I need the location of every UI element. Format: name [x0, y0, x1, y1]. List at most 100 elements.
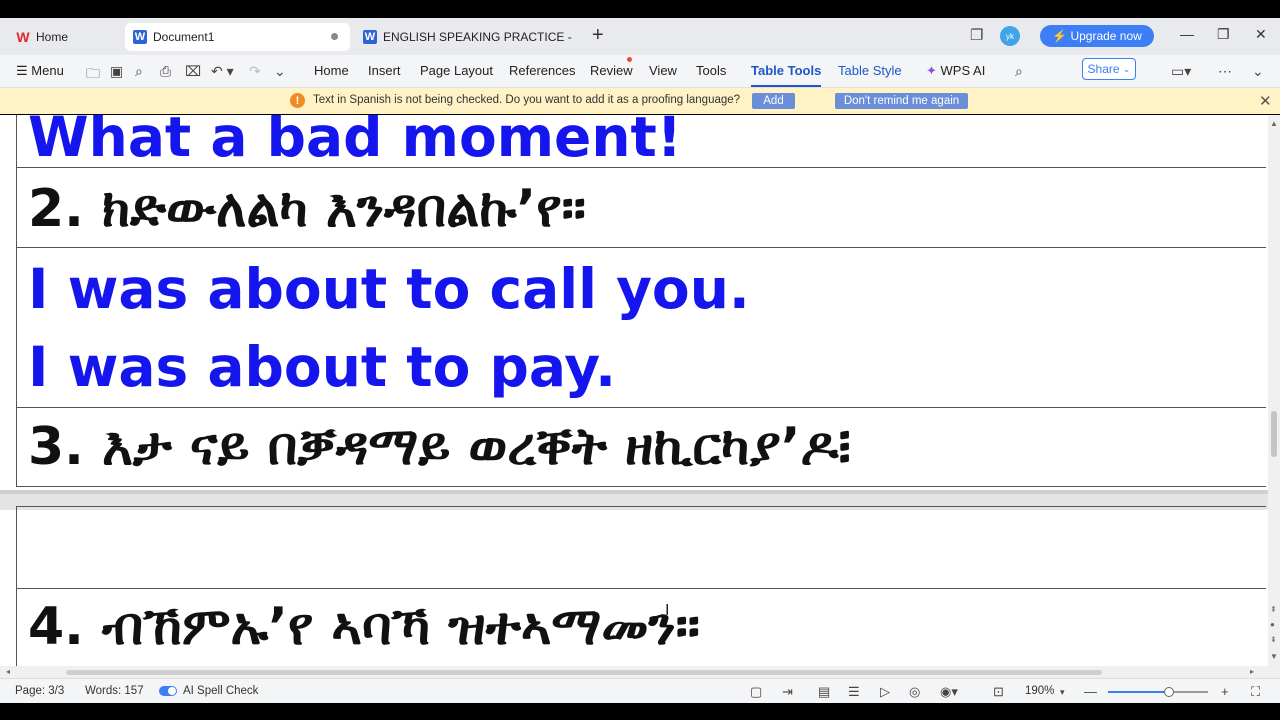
more-options-icon[interactable]: ⋯ — [1218, 63, 1232, 80]
scroll-left-icon[interactable]: ◂ — [6, 667, 10, 676]
close-notification-icon[interactable]: ✕ — [1259, 92, 1272, 110]
print-layout-icon[interactable]: ▤ — [818, 684, 830, 700]
restore-icon[interactable]: ❐ — [1217, 26, 1230, 43]
tab-home[interactable]: W Home — [8, 23, 120, 51]
scroll-up-icon[interactable]: ▲ — [1270, 119, 1278, 128]
chevron-down-icon: ⌄ — [1122, 63, 1131, 74]
tab-home-ribbon[interactable]: Home — [314, 63, 349, 78]
scroll-corner — [1268, 666, 1280, 678]
ai-sparkle-icon: ✦ — [926, 63, 937, 78]
proofing-notification: ! Text in Spanish is not being checked. … — [0, 88, 1280, 114]
hamburger-icon: ☰ — [16, 63, 28, 78]
tab-view[interactable]: View — [649, 63, 677, 78]
undo-icon[interactable]: ↶ ▾ — [211, 63, 234, 80]
tab-insert[interactable]: Insert — [368, 63, 401, 78]
prev-page-icon[interactable]: ⇞ — [1270, 605, 1277, 614]
tab-references[interactable]: References — [509, 63, 575, 78]
zoom-slider[interactable] — [1108, 687, 1208, 697]
tab-doc2-label: ENGLISH SPEAKING PRACTICE - DIALO — [383, 30, 573, 44]
search-icon[interactable]: ⌕ — [1015, 63, 1023, 80]
english-line-1[interactable]: What a bad moment! — [28, 115, 682, 169]
document-canvas[interactable]: What a bad moment! 2. ክድውለልካ እንዳበልኩ’የ። I… — [0, 115, 1268, 666]
new-tab-plus-icon[interactable]: + — [592, 24, 604, 47]
comment-icon[interactable]: ▭▾ — [1171, 63, 1191, 80]
tab-document1[interactable]: W Document1 — [125, 23, 350, 51]
tab-page-layout[interactable]: Page Layout — [420, 63, 493, 78]
unsaved-dot-icon[interactable] — [331, 33, 338, 40]
save-icon[interactable]: ▣ — [110, 63, 123, 80]
tab-table-tools[interactable]: Table Tools — [751, 63, 822, 87]
english-line-4[interactable]: I was about to pay. — [28, 335, 616, 399]
status-bar: Page: 3/3 Words: 157 AI Spell Check ▢ ⇥ … — [0, 678, 1280, 704]
collapse-ribbon-icon[interactable]: ⌄ — [1252, 63, 1264, 80]
tab-table-style[interactable]: Table Style — [838, 63, 902, 78]
word-doc-icon: W — [363, 30, 377, 44]
horizontal-scroll-thumb[interactable] — [66, 670, 1102, 675]
tab-home-label: Home — [36, 30, 69, 44]
lightning-icon: ⚡ — [1052, 29, 1071, 43]
notification-text: Text in Spanish is not being checked. Do… — [313, 94, 741, 106]
share-label: Share — [1087, 62, 1120, 76]
page-indicator[interactable]: Page: 3/3 — [15, 685, 64, 697]
zoom-level[interactable]: 190% — [1025, 685, 1054, 697]
word-doc-icon: W — [133, 30, 147, 44]
page-mode-icon[interactable]: ▢ — [750, 684, 762, 700]
zoom-dropdown-icon[interactable]: ▾ — [1060, 687, 1065, 698]
tab-tools[interactable]: Tools — [696, 63, 726, 78]
upgrade-label: Upgrade now — [1070, 29, 1142, 43]
tigrinya-line-6[interactable]: 4. ብኸምኡ’የ ኣባኻ ዝተኣማመን። — [28, 597, 700, 658]
fullscreen-icon[interactable]: ⛶ — [1251, 684, 1260, 700]
window-layout-icon[interactable]: ❐ — [970, 26, 983, 44]
format-painter-icon[interactable]: ⌕ — [135, 63, 143, 80]
bottom-frame — [0, 703, 1280, 720]
notification-dot — [627, 57, 632, 62]
minimize-icon[interactable]: — — [1180, 26, 1194, 42]
zoom-slider-knob[interactable] — [1164, 687, 1174, 697]
menu-label: Menu — [31, 63, 64, 78]
zoom-in-icon[interactable]: + — [1221, 684, 1229, 699]
tab-english-speaking-practice[interactable]: W ENGLISH SPEAKING PRACTICE - DIALO — [355, 23, 577, 51]
tab-document1-label: Document1 — [153, 30, 215, 44]
tigrinya-line-2[interactable]: 2. ክድውለልካ እንዳበልኩ’የ። — [28, 179, 586, 240]
scroll-down-icon[interactable]: ▼ — [1270, 652, 1278, 661]
redo-icon[interactable]: ↷ — [249, 63, 261, 80]
wps-ai-label: WPS AI — [940, 63, 986, 78]
wps-ai-button[interactable]: ✦ WPS AI — [926, 63, 985, 79]
dont-remind-button[interactable]: Don't remind me again — [835, 93, 968, 109]
upgrade-button[interactable]: ⚡ Upgrade now — [1040, 25, 1154, 47]
english-line-3[interactable]: I was about to call you. — [28, 257, 750, 321]
warning-icon: ! — [290, 93, 305, 108]
word-count[interactable]: Words: 157 — [85, 685, 144, 697]
print-icon[interactable]: ⎙ — [160, 63, 171, 80]
share-button[interactable]: Share ⌄ — [1082, 58, 1136, 80]
wps-logo-icon: W — [16, 29, 30, 45]
next-page-icon[interactable]: ⇟ — [1270, 635, 1277, 644]
vertical-scrollbar[interactable]: ▲ ⇞ ● ⇟ ▼ — [1268, 115, 1280, 666]
eye-protection-icon[interactable]: ◉▾ — [940, 684, 958, 700]
zoom-out-icon[interactable]: — — [1084, 684, 1097, 699]
horizontal-scrollbar[interactable]: ◂ ▸ — [0, 666, 1268, 678]
menu-bar: ☰ Menu 🗀 ▣ ⌕ ⎙ ⌧ ↶ ▾ ↷ ⌄ Home Insert Pag… — [0, 55, 1280, 88]
web-layout-icon[interactable]: ◎ — [909, 684, 920, 700]
add-button[interactable]: Add — [752, 93, 795, 109]
fit-page-icon[interactable]: ⊡ — [993, 684, 1004, 700]
more-quick-access-icon[interactable]: ⌄ — [274, 63, 286, 80]
spell-check-label: AI Spell Check — [183, 685, 259, 697]
spell-check-toggle[interactable] — [159, 686, 177, 696]
zoom-slider-fill — [1108, 691, 1168, 693]
export-icon[interactable]: ⇥ — [782, 684, 793, 700]
scroll-right-icon[interactable]: ▸ — [1250, 667, 1254, 676]
select-browse-icon[interactable]: ● — [1270, 620, 1275, 629]
table-row-empty — [16, 506, 1266, 589]
play-icon[interactable]: ▷ — [880, 684, 890, 700]
menu-button[interactable]: ☰ Menu — [16, 63, 64, 79]
outline-view-icon[interactable]: ☰ — [848, 684, 860, 700]
open-folder-icon[interactable]: 🗀 — [86, 63, 100, 87]
close-icon[interactable]: ✕ — [1255, 26, 1267, 43]
tigrinya-line-5[interactable]: 3. እታ ናይ በቓዳማይ ወረቐት ዘኪርካያ’ዶ፧ — [28, 417, 851, 478]
tab-review[interactable]: Review — [590, 63, 633, 78]
avatar[interactable]: yk — [1000, 26, 1020, 46]
text-cursor-icon: I — [665, 602, 670, 619]
print-preview-icon[interactable]: ⌧ — [185, 63, 201, 80]
vertical-scroll-thumb[interactable] — [1271, 411, 1277, 457]
